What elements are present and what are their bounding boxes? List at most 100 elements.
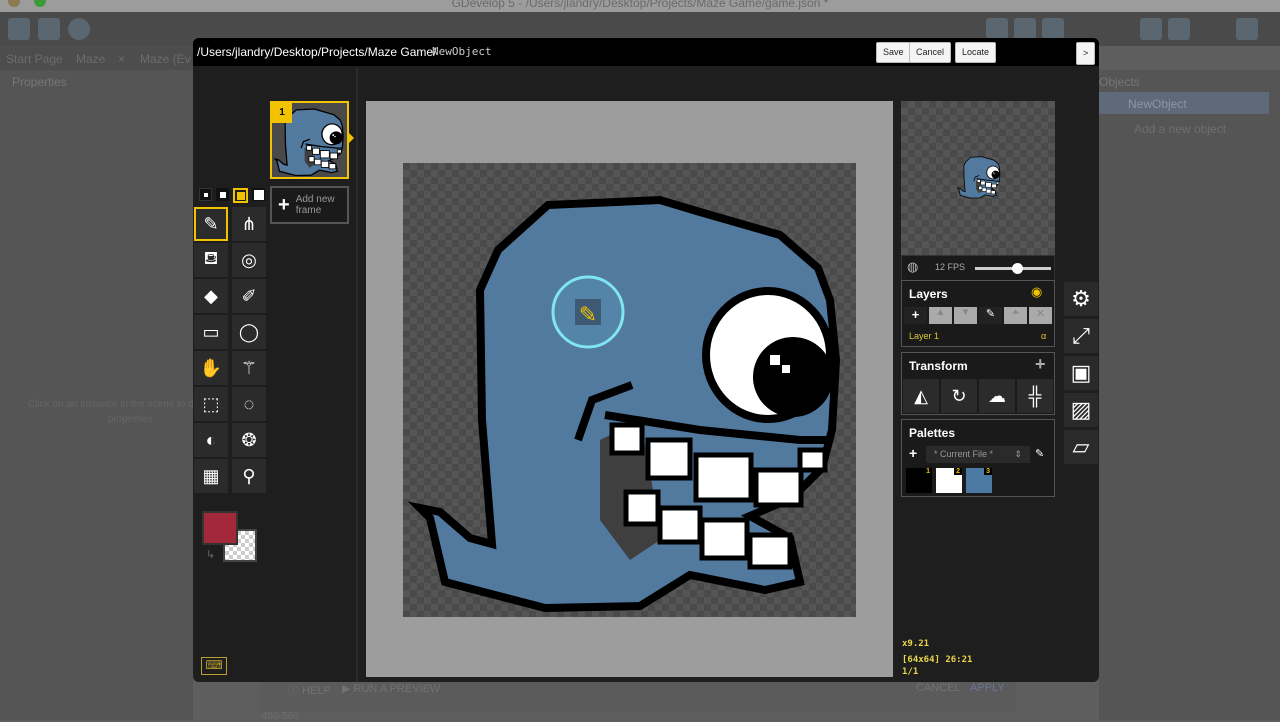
objects-panel-icon[interactable]: [986, 18, 1008, 40]
layer-alpha[interactable]: α: [1041, 331, 1046, 341]
rename-layer-button[interactable]: ✎: [979, 307, 1002, 324]
rectangle-tool[interactable]: ▭: [194, 315, 228, 349]
rotate-button[interactable]: ↻: [941, 379, 977, 413]
palette-select[interactable]: * Current File * ⇕: [926, 446, 1030, 463]
move-layer-up-button[interactable]: ▲: [929, 307, 952, 324]
apply-button[interactable]: APPLY: [970, 682, 1005, 694]
layer-visibility-eye-icon[interactable]: ◉: [1031, 284, 1042, 300]
palette-swatch[interactable]: 1: [906, 468, 932, 493]
expand-button[interactable]: >: [1076, 42, 1096, 65]
eyedropper-tool[interactable]: ⚲: [232, 459, 266, 493]
swatch-number: 3: [984, 468, 992, 475]
groups-panel-icon[interactable]: [1014, 18, 1036, 40]
brush-size-4[interactable]: [252, 188, 265, 201]
help-button[interactable]: ⓘ HELP: [288, 682, 331, 698]
cancel-button[interactable]: Cancel: [909, 42, 952, 63]
palette-swatch[interactable]: 2: [936, 468, 962, 493]
primary-color[interactable]: [202, 511, 238, 545]
tab-maze-events[interactable]: Maze (Ev: [140, 52, 191, 66]
status-readout: 460-560: [262, 711, 299, 722]
transform-title: Transform: [909, 359, 968, 373]
layer-name[interactable]: Layer 1: [909, 331, 939, 341]
move-tool[interactable]: ✋: [194, 351, 228, 385]
add-frame-button[interactable]: + Add new frame: [270, 186, 349, 224]
drawing-canvas[interactable]: ✎: [403, 163, 856, 617]
project-path: /Users/jlandry/Desktop/Projects/Maze Gam…: [197, 45, 437, 59]
project-manager-icon[interactable]: [8, 18, 30, 40]
pencil-tool[interactable]: ✎: [194, 207, 228, 241]
cancel-dialog-button[interactable]: CANCEL: [916, 682, 961, 694]
dithering-color-tool[interactable]: ❂: [232, 423, 266, 457]
run-preview-label: RUN A PREVIEW: [353, 683, 441, 695]
lasso-tool[interactable]: ◌: [232, 387, 266, 421]
circle-tool[interactable]: ◯: [232, 315, 266, 349]
properties-panel-icon[interactable]: [1042, 18, 1064, 40]
properties-title: Properties: [12, 75, 67, 89]
stroke-tool[interactable]: ✐: [232, 279, 266, 313]
add-layer-button[interactable]: +: [904, 307, 927, 324]
save-button[interactable]: Save: [876, 42, 911, 63]
sprite-image: ✎: [403, 163, 856, 617]
flip-button[interactable]: ◭: [903, 379, 939, 413]
export-image-button[interactable]: ▨: [1064, 393, 1098, 427]
save-file-button[interactable]: ▣: [1064, 356, 1098, 390]
brush-size-2[interactable]: [216, 188, 229, 201]
resize-button[interactable]: ╬: [1017, 379, 1053, 413]
transform-panel: Transform + ◭ ↻ ☁ ╬: [901, 352, 1055, 415]
fps-slider-knob[interactable]: [1011, 263, 1023, 274]
scene-icon[interactable]: [38, 18, 60, 40]
magic-wand-icon: ⚚: [240, 357, 258, 378]
object-name-input[interactable]: NewObject: [432, 45, 492, 58]
lighten-tool[interactable]: ◐: [194, 423, 228, 457]
resize-canvas-button[interactable]: ⤢: [1064, 319, 1098, 353]
target-icon: ◎: [241, 249, 257, 270]
locate-button[interactable]: Locate: [955, 42, 997, 63]
frame-thumbnail[interactable]: 1: [270, 101, 349, 179]
redo-icon[interactable]: [1168, 18, 1190, 40]
eraser-tool[interactable]: ◆: [194, 279, 228, 313]
crop-icon: ╬: [1028, 385, 1042, 406]
add-palette-icon[interactable]: +: [909, 445, 917, 461]
resize-icon: ⤢: [1072, 323, 1090, 348]
preview-play-icon[interactable]: [68, 18, 90, 40]
lighten-icon: ◐: [205, 429, 217, 450]
settings-button[interactable]: ⚙: [1064, 282, 1098, 316]
paint-bucket-tool[interactable]: ⛾: [194, 243, 228, 277]
tab-maze[interactable]: Maze: [76, 52, 105, 66]
merge-layer-button[interactable]: ⏶: [1004, 307, 1027, 324]
fps-bar: ◍ 12 FPS: [901, 255, 1055, 281]
objects-panel: Objects NewObject Add a new object: [1099, 70, 1280, 720]
clone-button[interactable]: ☁: [979, 379, 1015, 413]
run-preview-button[interactable]: ▶ RUN A PREVIEW: [342, 682, 440, 695]
mirror-pen-tool[interactable]: ⋔: [232, 207, 266, 241]
move-layer-down-button[interactable]: ▼: [954, 307, 977, 324]
keyboard-shortcuts-icon[interactable]: ⌨: [201, 657, 227, 675]
layers-title: Layers: [909, 287, 948, 301]
object-item[interactable]: NewObject: [1099, 92, 1269, 114]
undo-icon[interactable]: [1140, 18, 1162, 40]
add-object-link[interactable]: Add a new object: [1134, 122, 1226, 136]
palette-swatch[interactable]: 3: [966, 468, 992, 493]
close-tab-icon[interactable]: ×: [118, 52, 125, 66]
magic-wand-tool[interactable]: ⚚: [232, 351, 266, 385]
onion-skin-icon[interactable]: ◍: [907, 259, 918, 275]
tab-start-page[interactable]: Start Page: [6, 52, 63, 66]
delete-layer-button[interactable]: ✕: [1029, 307, 1052, 324]
brush-size-1[interactable]: [199, 188, 212, 201]
mirror-pen-icon: ⋔: [241, 213, 257, 234]
swap-colors-icon[interactable]: ↳: [206, 548, 215, 561]
rect-select-tool[interactable]: ⬚: [194, 387, 228, 421]
grid-icon[interactable]: [1236, 18, 1258, 40]
brush-size-picker: [199, 188, 265, 203]
brush-size-3[interactable]: [233, 188, 248, 203]
add-transform-icon[interactable]: +: [1035, 354, 1046, 375]
edit-palette-icon[interactable]: ✎: [1035, 447, 1044, 460]
swatch-number: 1: [924, 468, 932, 475]
open-file-button[interactable]: ▱: [1064, 430, 1098, 464]
folder-icon: ▱: [1072, 434, 1090, 459]
rect-select-icon: ⬚: [202, 393, 220, 414]
dithering-tool[interactable]: ▦: [194, 459, 228, 493]
properties-panel: Properties Click on an instance in the s…: [0, 70, 232, 720]
replace-color-tool[interactable]: ◎: [232, 243, 266, 277]
pencil-icon: ✎: [203, 213, 219, 234]
